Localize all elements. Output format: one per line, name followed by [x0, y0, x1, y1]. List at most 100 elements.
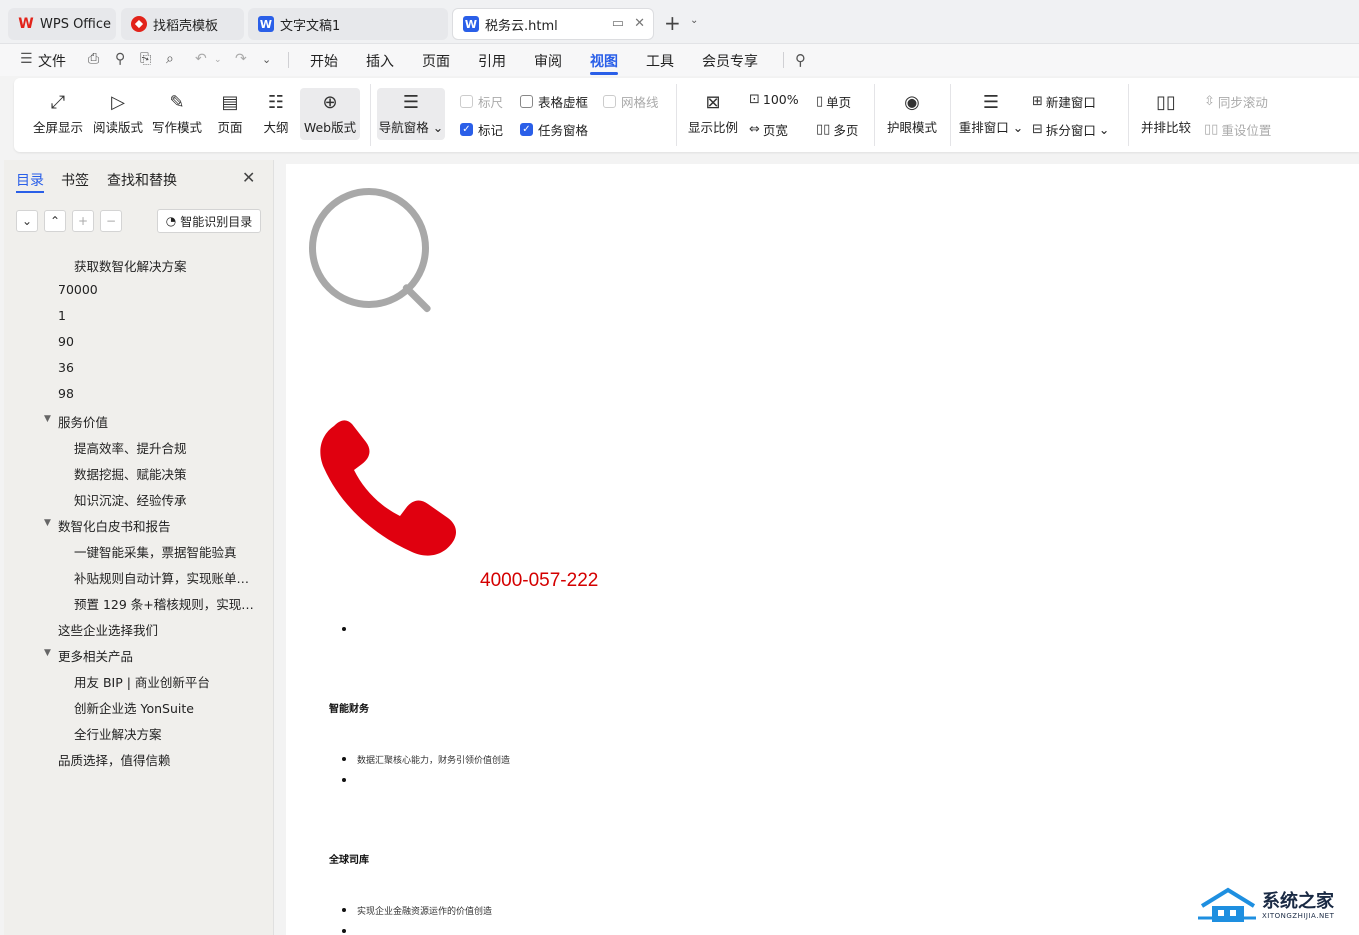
- toc-item[interactable]: 创新企业选 YonSuite: [74, 698, 194, 717]
- expand-all-button[interactable]: ⌄: [16, 210, 38, 232]
- markup-checkbox[interactable]: ✓ 标记: [460, 120, 503, 139]
- toc-item[interactable]: 一键智能采集，票据智能验真: [74, 542, 237, 561]
- zoom-button[interactable]: ⊠ 显示比例: [686, 88, 740, 140]
- gridlines-checkbox[interactable]: 网格线: [603, 92, 659, 111]
- menu-file[interactable]: 文件: [38, 51, 66, 71]
- sync-scroll-button[interactable]: ⇳ 同步滚动: [1204, 92, 1268, 111]
- expand-caret-icon[interactable]: ▼: [44, 518, 51, 528]
- menu-page[interactable]: 页面: [422, 51, 450, 71]
- collapse-button[interactable]: ⌃: [44, 210, 66, 232]
- reading-mode-button[interactable]: ▷ 阅读版式: [92, 88, 144, 140]
- page-view-button[interactable]: ▤ 页面: [214, 88, 246, 140]
- writing-mode-button[interactable]: ✎ 写作模式: [151, 88, 203, 140]
- task-pane-checkbox[interactable]: ✓ 任务窗格: [520, 120, 588, 139]
- outline-view-button[interactable]: ☷ 大纲: [260, 88, 292, 140]
- menu-tools[interactable]: 工具: [646, 51, 674, 71]
- chevron-down-icon[interactable]: ⌄: [262, 53, 271, 66]
- toc-item[interactable]: 更多相关产品: [58, 646, 133, 665]
- toc-item[interactable]: 98: [58, 386, 74, 401]
- checkbox-checked-icon: ✓: [460, 123, 473, 136]
- menu-insert[interactable]: 插入: [366, 51, 394, 71]
- add-heading-button[interactable]: +: [72, 210, 94, 232]
- rearrange-windows-button[interactable]: ☰ 重排窗口 ⌄: [959, 88, 1023, 140]
- tab-active-document[interactable]: W 税务云.html ▭ ✕: [452, 8, 654, 40]
- print-icon[interactable]: ⎘: [140, 51, 151, 67]
- tab-bookmarks[interactable]: 书签: [61, 170, 89, 190]
- outline-icon: ☷: [267, 91, 285, 113]
- print-preview-icon[interactable]: ⌕: [166, 51, 174, 67]
- toc-item[interactable]: 获取数智化解决方案: [74, 256, 187, 275]
- search-icon[interactable]: ⚲: [795, 51, 806, 69]
- menu-view[interactable]: 视图: [590, 51, 618, 71]
- toc-item[interactable]: 数智化白皮书和报告: [58, 516, 171, 535]
- toc-item[interactable]: 品质选择，值得信赖: [58, 750, 171, 769]
- toc-item[interactable]: 预置 129 条+稽核规则，实现…: [74, 594, 254, 613]
- smart-toc-button[interactable]: ◔ 智能识别目录: [157, 209, 261, 233]
- single-page-button[interactable]: ▯ 单页: [816, 92, 851, 111]
- menu-bar: ☰ 文件 ⎙ ⚲ ⎘ ⌕ ↶ ⌄ ↷ ⌄ 开始 插入 页面 引用 审阅 视图 工…: [0, 44, 1359, 76]
- list-item: 数据汇聚核心能力，财务引领价值创造: [357, 756, 511, 766]
- toc-item[interactable]: 提高效率、提升合规: [74, 438, 187, 457]
- toc-item[interactable]: 36: [58, 360, 74, 375]
- new-tab-plus-icon[interactable]: +: [664, 12, 681, 34]
- save-icon[interactable]: ⎙: [88, 51, 99, 67]
- document-page[interactable]: 4000-057-222 智能财务 数据汇聚核心能力，财务引领价值创造 全球司库…: [286, 164, 1359, 935]
- side-by-side-button[interactable]: ▯▯ 并排比较: [1138, 88, 1194, 140]
- expand-caret-icon[interactable]: ▼: [44, 648, 51, 658]
- zoom-percent-icon: ⊠: [705, 91, 721, 113]
- chevron-down-icon[interactable]: ⌄: [690, 15, 698, 26]
- phone-number[interactable]: 4000-057-222: [480, 570, 598, 592]
- expand-caret-icon[interactable]: ▼: [44, 414, 51, 424]
- fullscreen-button[interactable]: ⤢ 全屏显示: [32, 88, 84, 140]
- remove-heading-button[interactable]: −: [100, 210, 122, 232]
- hamburger-menu-icon[interactable]: ☰: [20, 51, 33, 67]
- tab-template[interactable]: ⬥ 找稻壳模板: [121, 8, 244, 40]
- toc-item[interactable]: 知识沉淀、经验传承: [74, 490, 187, 509]
- ruler-checkbox[interactable]: 标尺: [460, 92, 503, 111]
- tab-toc[interactable]: 目录: [16, 170, 44, 190]
- toc-item[interactable]: 70000: [58, 282, 98, 297]
- menu-review[interactable]: 审阅: [534, 51, 562, 71]
- new-window-button[interactable]: ⊞ 新建窗口: [1032, 92, 1096, 111]
- tab-find-replace[interactable]: 查找和替换: [107, 170, 177, 190]
- reset-position-button[interactable]: ▯▯ 重设位置: [1204, 120, 1271, 139]
- web-view-button[interactable]: ⊕ Web版式: [300, 88, 360, 140]
- close-icon[interactable]: ✕: [634, 16, 645, 31]
- eye-icon: ◉: [904, 91, 920, 113]
- split-window-button[interactable]: ⊟ 拆分窗口 ⌄: [1032, 120, 1109, 139]
- menu-member[interactable]: 会员专享: [702, 51, 758, 71]
- toc-item[interactable]: 服务价值: [58, 412, 108, 431]
- nav-pane-button[interactable]: ☰ 导航窗格 ⌄: [377, 88, 445, 140]
- writer-doc-icon: W: [463, 16, 479, 32]
- toc-item[interactable]: 1: [58, 308, 66, 323]
- separator: [676, 84, 677, 146]
- menu-reference[interactable]: 引用: [478, 51, 506, 71]
- menu-start[interactable]: 开始: [310, 51, 338, 71]
- share-icon[interactable]: ⚲: [115, 51, 125, 67]
- toc-item[interactable]: 90: [58, 334, 74, 349]
- tab-wps-office[interactable]: W WPS Office: [8, 8, 116, 40]
- multi-page-button[interactable]: ▯▯ 多页: [816, 120, 858, 139]
- eye-care-button[interactable]: ◉ 护眼模式: [884, 88, 940, 140]
- tab-label: WPS Office: [40, 16, 112, 32]
- tab-document-1[interactable]: W 文字文稿1: [248, 8, 448, 40]
- toc-item[interactable]: 数据挖掘、赋能决策: [74, 464, 187, 483]
- undo-icon[interactable]: ↶: [195, 51, 207, 67]
- split-window-icon: ⊟: [1032, 122, 1043, 137]
- toc-item[interactable]: 这些企业选择我们: [58, 620, 158, 639]
- watermark-subtitle: XITONGZHIJIA.NET: [1262, 912, 1335, 920]
- separator: [370, 84, 371, 146]
- monitor-icon[interactable]: ▭: [612, 16, 624, 31]
- phone-icon: [320, 420, 456, 556]
- table-grid-checkbox[interactable]: 表格虚框: [520, 92, 588, 111]
- toc-item[interactable]: 用友 BIP | 商业创新平台: [74, 672, 210, 691]
- toc-item[interactable]: 全行业解决方案: [74, 724, 162, 743]
- chevron-down-icon[interactable]: ⌄: [214, 55, 222, 65]
- zoom-100-button[interactable]: ⊡ 100%: [749, 92, 799, 107]
- toc-item[interactable]: 补贴规则自动计算，实现账单…: [74, 568, 249, 587]
- page-width-button[interactable]: ⇔ 页宽: [749, 120, 788, 139]
- section-heading: 智能财务: [329, 704, 369, 715]
- redo-icon[interactable]: ↷: [235, 51, 247, 67]
- checkbox-icon: [520, 95, 533, 108]
- close-icon[interactable]: ✕: [242, 168, 255, 187]
